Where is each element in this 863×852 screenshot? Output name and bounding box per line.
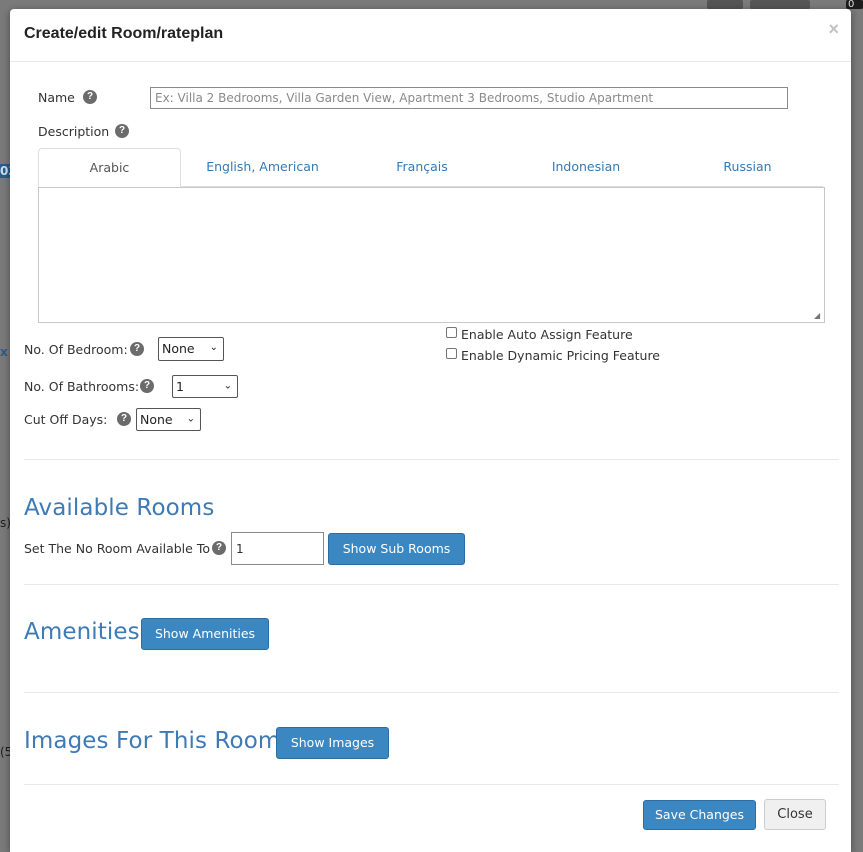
backdrop-fragment: x bbox=[0, 345, 8, 359]
bathrooms-help-icon[interactable]: ? bbox=[140, 379, 154, 393]
save-changes-button[interactable]: Save Changes bbox=[643, 800, 756, 830]
chevron-down-icon: ⌄ bbox=[186, 412, 195, 424]
name-help-icon[interactable]: ? bbox=[83, 90, 97, 104]
cutoff-selected: None bbox=[140, 412, 173, 427]
auto-assign-label: Enable Auto Assign Feature bbox=[461, 327, 633, 342]
tab-francais[interactable]: Français bbox=[344, 148, 500, 186]
tab-english-american[interactable]: English, American bbox=[181, 148, 344, 186]
cutoff-select[interactable]: None ⌄ bbox=[136, 408, 201, 431]
room-name-input[interactable] bbox=[150, 87, 788, 109]
dynamic-pricing-checkbox[interactable] bbox=[446, 348, 457, 359]
images-title: Images For This Room bbox=[24, 728, 281, 754]
backdrop-toolbar-chip bbox=[707, 0, 743, 9]
backdrop-toolbar-chip bbox=[750, 0, 810, 9]
language-tabs: Arabic English, American Français Indone… bbox=[38, 148, 823, 187]
divider bbox=[24, 692, 839, 693]
tab-russian[interactable]: Russian bbox=[672, 148, 823, 186]
available-rooms-title: Available Rooms bbox=[24, 495, 215, 521]
cutoff-help-icon[interactable]: ? bbox=[117, 412, 131, 426]
available-rooms-label: Set The No Room Available To bbox=[24, 541, 210, 556]
show-sub-rooms-button[interactable]: Show Sub Rooms bbox=[328, 533, 465, 565]
description-help-icon[interactable]: ? bbox=[115, 124, 129, 138]
chevron-down-icon: ⌄ bbox=[223, 379, 232, 391]
close-button[interactable]: Close bbox=[764, 799, 826, 830]
auto-assign-checkbox[interactable] bbox=[446, 327, 457, 338]
dynamic-pricing-label: Enable Dynamic Pricing Feature bbox=[461, 348, 660, 363]
close-icon[interactable]: × bbox=[828, 19, 839, 40]
description-textarea[interactable]: ◢ bbox=[38, 187, 825, 323]
room-rateplan-modal: Create/edit Room/rateplan × Name ? Descr… bbox=[10, 9, 851, 852]
resize-grip-icon[interactable]: ◢ bbox=[814, 312, 822, 320]
modal-header: Create/edit Room/rateplan × bbox=[10, 9, 851, 62]
chevron-down-icon: ⌄ bbox=[209, 341, 218, 353]
tab-arabic[interactable]: Arabic bbox=[38, 148, 181, 187]
description-label: Description bbox=[38, 124, 110, 139]
bathrooms-selected: 1 bbox=[176, 379, 184, 394]
amenities-title: Amenities bbox=[24, 619, 140, 645]
backdrop-badge: 0 bbox=[846, 0, 863, 10]
show-amenities-button[interactable]: Show Amenities bbox=[141, 618, 269, 650]
cutoff-label: Cut Off Days: bbox=[24, 412, 108, 427]
bedrooms-select[interactable]: None ⌄ bbox=[158, 337, 224, 361]
bedrooms-selected: None bbox=[162, 341, 195, 356]
bathrooms-select[interactable]: 1 ⌄ bbox=[172, 375, 238, 398]
bedrooms-label: No. Of Bedroom: bbox=[24, 342, 128, 357]
backdrop-fragment: 03 bbox=[0, 164, 10, 178]
divider bbox=[24, 459, 839, 460]
modal-title: Create/edit Room/rateplan bbox=[24, 25, 224, 42]
available-rooms-help-icon[interactable]: ? bbox=[212, 541, 226, 555]
tab-indonesian[interactable]: Indonesian bbox=[500, 148, 672, 186]
available-rooms-input[interactable] bbox=[231, 532, 324, 565]
bathrooms-label: No. Of Bathrooms: bbox=[24, 379, 140, 394]
bedrooms-help-icon[interactable]: ? bbox=[130, 342, 144, 356]
name-label: Name bbox=[38, 90, 75, 105]
divider bbox=[24, 584, 839, 585]
divider bbox=[24, 784, 839, 785]
show-images-button[interactable]: Show Images bbox=[276, 727, 389, 759]
